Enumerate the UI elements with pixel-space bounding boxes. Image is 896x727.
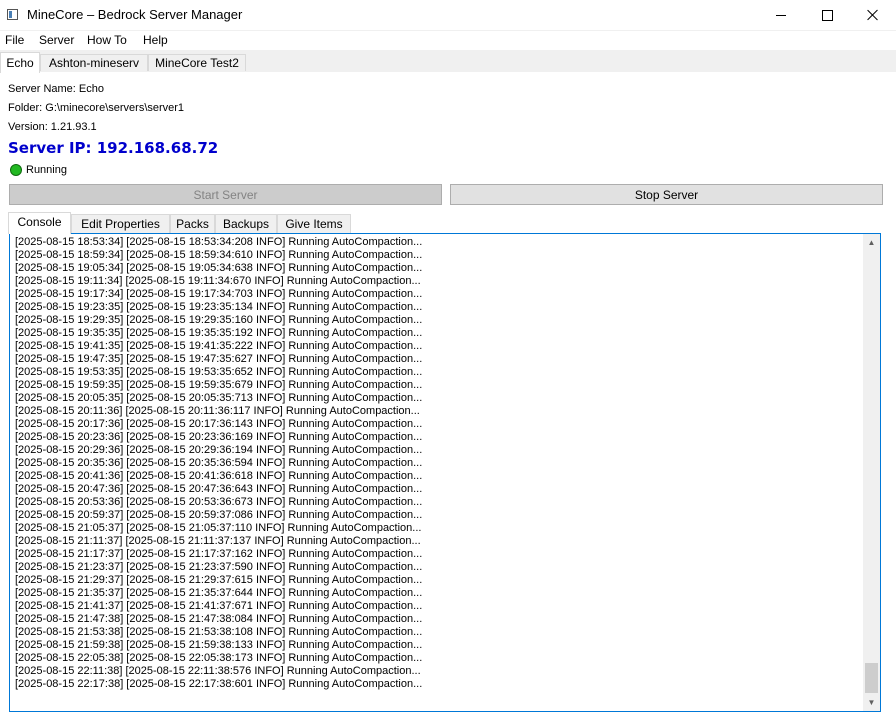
console-line: [2025-08-15 21:05:37] [2025-08-15 21:05:… [15,522,422,534]
console-line: [2025-08-15 21:11:37] [2025-08-15 21:11:… [15,535,421,547]
console-line: [2025-08-15 20:11:36] [2025-08-15 20:11:… [15,405,420,417]
console-line: [2025-08-15 19:05:34] [2025-08-15 19:05:… [15,262,423,274]
app-window-icon [7,9,18,20]
server-name-label: Server Name: Echo [8,83,104,95]
console-line: [2025-08-15 19:23:35] [2025-08-15 19:23:… [15,301,423,313]
console-line: [2025-08-15 20:47:36] [2025-08-15 20:47:… [15,483,423,495]
menu-server[interactable]: Server [39,33,74,47]
close-icon [867,9,879,21]
console-line: [2025-08-15 20:53:36] [2025-08-15 20:53:… [15,496,423,508]
start-server-button[interactable]: Start Server [9,184,442,205]
sub-tab-strip: Console Edit Properties Packs Backups Gi… [8,212,882,234]
server-ip-label: Server IP: 192.168.68.72 [8,139,219,157]
window-title: MineCore – Bedrock Server Manager [27,7,243,22]
menu-file[interactable]: File [5,33,24,47]
status-text: Running [26,164,67,176]
menu-bar: File Server How To Help [0,31,896,50]
console-line: [2025-08-15 21:59:38] [2025-08-15 21:59:… [15,639,423,651]
console-line: [2025-08-15 19:29:35] [2025-08-15 19:29:… [15,314,423,326]
console-line: [2025-08-15 19:47:35] [2025-08-15 19:47:… [15,353,423,365]
console-line: [2025-08-15 20:35:36] [2025-08-15 20:35:… [15,457,423,469]
server-tab-strip: Echo Ashton-mineserv MineCore Test2 [0,52,896,73]
console-log: [2025-08-15 18:53:34] [2025-08-15 18:53:… [15,236,860,691]
scroll-down-arrow-icon[interactable]: ▼ [863,694,880,711]
console-line: [2025-08-15 21:53:38] [2025-08-15 21:53:… [15,626,423,638]
console-line: [2025-08-15 18:53:34] [2025-08-15 18:53:… [15,236,423,248]
console-line: [2025-08-15 21:17:37] [2025-08-15 21:17:… [15,548,423,560]
console-line: [2025-08-15 19:59:35] [2025-08-15 19:59:… [15,379,423,391]
console-line: [2025-08-15 19:41:35] [2025-08-15 19:41:… [15,340,423,352]
console-line: [2025-08-15 20:41:36] [2025-08-15 20:41:… [15,470,423,482]
status-indicator-icon [10,164,22,176]
server-version-label: Version: 1.21.93.1 [8,121,97,133]
console-line: [2025-08-15 22:05:38] [2025-08-15 22:05:… [15,652,423,664]
console-line: [2025-08-15 21:29:37] [2025-08-15 21:29:… [15,574,423,586]
console-line: [2025-08-15 20:59:37] [2025-08-15 20:59:… [15,509,423,521]
scroll-thumb[interactable] [865,663,878,693]
tab-packs[interactable]: Packs [170,214,215,233]
console-line: [2025-08-15 22:17:38] [2025-08-15 22:17:… [15,678,423,690]
console-line: [2025-08-15 19:11:34] [2025-08-15 19:11:… [15,275,421,287]
console-line: [2025-08-15 21:41:37] [2025-08-15 21:41:… [15,600,423,612]
console-output[interactable]: [2025-08-15 18:53:34] [2025-08-15 18:53:… [9,233,881,712]
console-line: [2025-08-15 19:17:34] [2025-08-15 19:17:… [15,288,423,300]
tab-console[interactable]: Console [8,212,71,234]
menu-help[interactable]: Help [143,33,168,47]
console-line: [2025-08-15 19:53:35] [2025-08-15 19:53:… [15,366,423,378]
minimize-button[interactable] [758,0,804,30]
console-line: [2025-08-15 21:35:37] [2025-08-15 21:35:… [15,587,423,599]
console-line: [2025-08-15 18:59:34] [2025-08-15 18:59:… [15,249,423,261]
server-folder-label: Folder: G:\minecore\servers\server1 [8,102,185,114]
maximize-button[interactable] [804,0,850,30]
console-line: [2025-08-15 20:23:36] [2025-08-15 20:23:… [15,431,423,443]
scroll-up-arrow-icon[interactable]: ▲ [863,234,880,251]
console-line: [2025-08-15 22:11:38] [2025-08-15 22:11:… [15,665,421,677]
console-line: [2025-08-15 20:29:36] [2025-08-15 20:29:… [15,444,423,456]
menu-how-to[interactable]: How To [87,33,127,47]
tab-backups[interactable]: Backups [215,214,277,233]
minimize-icon [776,14,786,16]
tab-edit-properties[interactable]: Edit Properties [71,214,170,233]
console-line: [2025-08-15 21:23:37] [2025-08-15 21:23:… [15,561,423,573]
stop-server-button[interactable]: Stop Server [450,184,883,205]
close-button[interactable] [850,0,896,30]
console-line: [2025-08-15 20:17:36] [2025-08-15 20:17:… [15,418,423,430]
tab-echo[interactable]: Echo [0,52,40,73]
console-scrollbar[interactable]: ▲ ▼ [863,234,880,711]
console-line: [2025-08-15 19:35:35] [2025-08-15 19:35:… [15,327,423,339]
title-bar[interactable]: MineCore – Bedrock Server Manager [0,0,896,30]
console-line: [2025-08-15 21:47:38] [2025-08-15 21:47:… [15,613,423,625]
maximize-icon [821,9,833,21]
tab-minecore-test2[interactable]: MineCore Test2 [148,54,246,71]
tab-ashton-mineserv[interactable]: Ashton-mineserv [40,54,148,71]
console-line: [2025-08-15 20:05:35] [2025-08-15 20:05:… [15,392,423,404]
tab-give-items[interactable]: Give Items [277,214,351,233]
